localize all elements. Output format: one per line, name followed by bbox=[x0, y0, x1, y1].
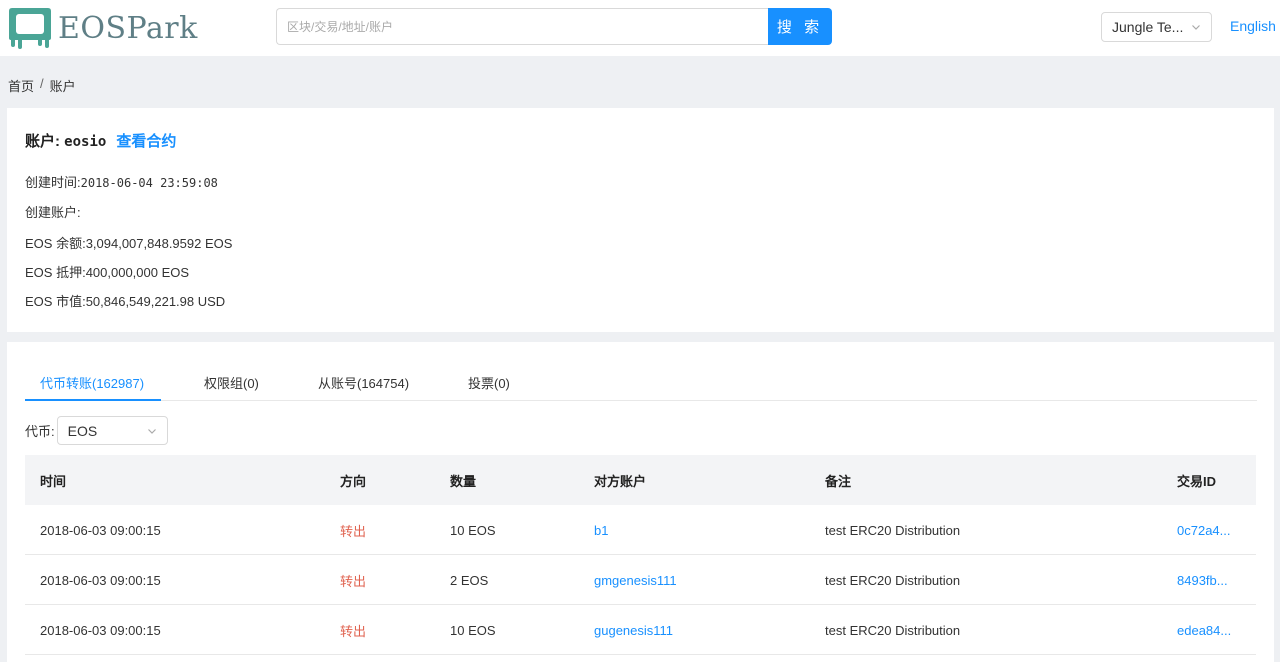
row-counterparty-link[interactable]: gmgenesis111 bbox=[594, 555, 677, 605]
created-time-value: 2018-06-04 23:59:08 bbox=[80, 176, 218, 190]
account-name: eosio bbox=[64, 134, 107, 150]
creator-row: 创建账户: bbox=[25, 202, 81, 221]
staked-row: EOS 抵押: 400,000,000 EOS bbox=[25, 262, 189, 281]
balance-label: EOS 余额: bbox=[25, 236, 86, 251]
row-counterparty-link[interactable]: b1 bbox=[594, 505, 608, 555]
top-navigation-bar: EOSPark 搜 索 Jungle Te... English bbox=[0, 0, 1280, 56]
header-counterparty: 对方账户 bbox=[594, 473, 647, 489]
created-time-label: 创建时间: bbox=[25, 175, 81, 190]
row-tx-id-link[interactable]: 0c72a4... bbox=[1177, 505, 1231, 555]
balance-value: 3,094,007,848.9592 EOS bbox=[85, 236, 233, 251]
account-info-card: 账户: eosio 查看合约 创建时间: 2018-06-04 23:59:08… bbox=[7, 108, 1274, 332]
created-time-row: 创建时间: 2018-06-04 23:59:08 bbox=[25, 172, 218, 191]
account-title: 账户: eosio 查看合约 bbox=[25, 130, 176, 151]
row-time: 2018-06-03 09:00:15 bbox=[40, 622, 161, 638]
active-tab-indicator bbox=[25, 399, 161, 401]
header-direction: 方向 bbox=[340, 473, 367, 489]
table-row: 2018-06-03 09:00:15 转出 10 EOS gugenesis1… bbox=[25, 605, 1256, 655]
header-tx-id: 交易ID bbox=[1177, 473, 1217, 489]
table-row: 2018-06-03 09:00:15 转出 10 EOS b1 test ER… bbox=[25, 505, 1256, 555]
balance-row: EOS 余额: 3,094,007,848.9592 EOS bbox=[25, 233, 232, 252]
tab-token-transfers[interactable]: 代币转账(162987) bbox=[40, 373, 144, 392]
row-tx-id-link[interactable]: 8493fb... bbox=[1177, 555, 1228, 605]
staked-label: EOS 抵押: bbox=[25, 265, 86, 280]
transfers-table: 时间 方向 数量 对方账户 备注 交易ID 2018-06-03 09:00:1… bbox=[25, 455, 1256, 655]
row-amount: 2 EOS bbox=[450, 572, 489, 588]
breadcrumb: 首页 / 账户 bbox=[8, 76, 76, 95]
row-direction: 转出 bbox=[340, 573, 367, 589]
network-select[interactable]: Jungle Te... bbox=[1101, 12, 1212, 42]
search-button[interactable]: 搜 索 bbox=[768, 8, 832, 45]
market-value-row: EOS 市值: 50,846,549,221.98 USD bbox=[25, 291, 225, 310]
tab-sub-accounts[interactable]: 从账号(164754) bbox=[318, 373, 409, 392]
header-time: 时间 bbox=[40, 473, 67, 489]
logo-icon bbox=[9, 8, 51, 49]
row-direction: 转出 bbox=[340, 623, 367, 639]
row-memo: test ERC20 Distribution bbox=[825, 622, 961, 638]
row-tx-id-link[interactable]: edea84... bbox=[1177, 605, 1231, 655]
row-memo: test ERC20 Distribution bbox=[825, 572, 961, 588]
table-header: 时间 方向 数量 对方账户 备注 交易ID bbox=[25, 455, 1256, 505]
breadcrumb-home[interactable]: 首页 bbox=[8, 76, 34, 95]
view-contract-link[interactable]: 查看合约 bbox=[116, 130, 176, 151]
row-amount: 10 EOS bbox=[450, 522, 496, 538]
breadcrumb-separator: / bbox=[40, 76, 44, 91]
account-label: 账户: bbox=[25, 133, 60, 150]
row-time: 2018-06-03 09:00:15 bbox=[40, 572, 161, 588]
row-amount: 10 EOS bbox=[450, 622, 496, 638]
row-counterparty-link[interactable]: gugenesis111 bbox=[594, 605, 673, 655]
header-memo: 备注 bbox=[825, 473, 852, 489]
header-amount: 数量 bbox=[450, 473, 477, 489]
eospark-logo[interactable]: EOSPark bbox=[8, 6, 198, 50]
market-value-label: EOS 市值: bbox=[25, 294, 86, 309]
token-filter-label: 代币: bbox=[25, 424, 55, 439]
chevron-down-icon bbox=[147, 428, 156, 434]
market-value-value: 50,846,549,221.98 USD bbox=[85, 294, 226, 309]
chevron-down-icon bbox=[1192, 25, 1200, 30]
search-input[interactable] bbox=[276, 8, 768, 45]
creator-label: 创建账户: bbox=[25, 205, 81, 220]
token-filter: 代币: EOS bbox=[25, 416, 168, 445]
row-time: 2018-06-03 09:00:15 bbox=[40, 522, 161, 538]
token-select[interactable]: EOS bbox=[56, 416, 168, 445]
tab-votes[interactable]: 投票(0) bbox=[468, 373, 510, 392]
token-select-value: EOS bbox=[67, 422, 98, 439]
table-row: 2018-06-03 09:00:15 转出 2 EOS gmgenesis11… bbox=[25, 555, 1256, 605]
row-memo: test ERC20 Distribution bbox=[825, 522, 961, 538]
row-direction: 转出 bbox=[340, 523, 367, 539]
logo-wordmark: EOSPark bbox=[58, 10, 198, 46]
transfers-card: 代币转账(162987) 权限组(0) 从账号(164754) 投票(0) 代币… bbox=[7, 342, 1274, 662]
network-select-value: Jungle Te... bbox=[1112, 19, 1184, 35]
search-bar: 搜 索 bbox=[276, 8, 832, 45]
tab-bar: 代币转账(162987) 权限组(0) 从账号(164754) 投票(0) bbox=[25, 366, 1257, 401]
breadcrumb-current: 账户 bbox=[49, 79, 76, 94]
tab-permissions[interactable]: 权限组(0) bbox=[204, 373, 259, 392]
language-link[interactable]: English bbox=[1230, 18, 1276, 34]
staked-value: 400,000,000 EOS bbox=[85, 265, 190, 280]
